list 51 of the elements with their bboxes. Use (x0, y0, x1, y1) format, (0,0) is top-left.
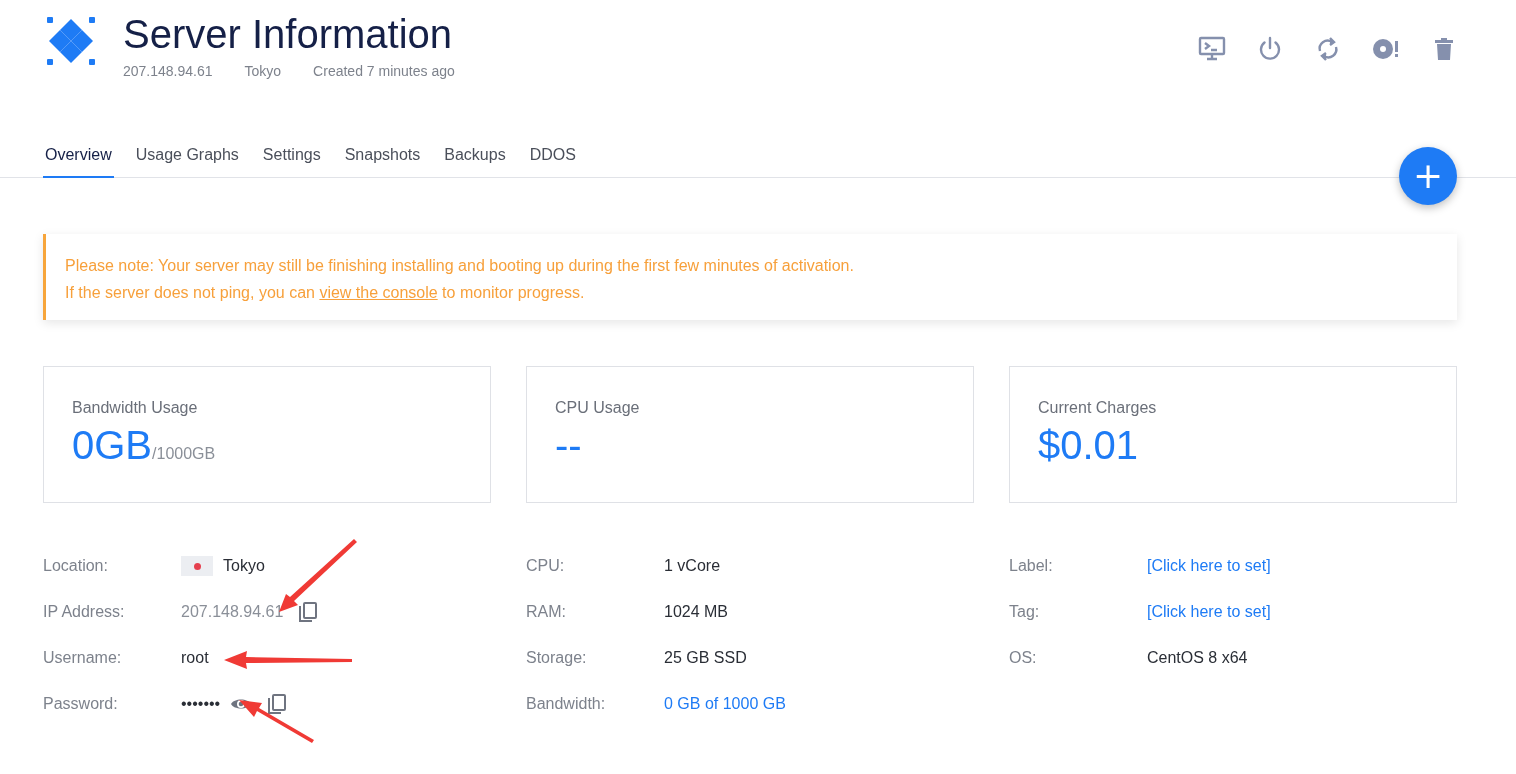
stat-value: $0.01 (1038, 423, 1139, 468)
field-label: Tag: (1009, 603, 1041, 621)
field-link[interactable]: [Click here to set] (1147, 557, 1271, 575)
field-label: Location: (43, 557, 109, 575)
notice-text: If the server does not ping, you can view the console to monitor progress. (65, 283, 586, 303)
refresh-icon (1316, 36, 1340, 62)
server-meta: Created 7 minutes ago (313, 63, 455, 79)
field-link[interactable]: [Click here to set] (1147, 603, 1271, 621)
trash-icon (1435, 38, 1453, 60)
tab[interactable]: Settings (260, 108, 323, 178)
stat-label: Bandwidth Usage (72, 399, 199, 417)
field-label: Bandwidth: (526, 695, 607, 713)
field-value: 25 GB SSD (664, 649, 747, 667)
flag-icon (181, 556, 213, 576)
stat-label: CPU Usage (555, 399, 641, 417)
disc-alert-icon (1373, 38, 1399, 60)
stat-unit: /1000GB (152, 445, 216, 463)
field-value: Tokyo (223, 557, 265, 575)
field-value: 207.148.94.61 (181, 603, 284, 621)
field-label: Label: (1009, 557, 1054, 575)
field-label: CPU: (526, 557, 566, 575)
field-value: 1024 MB (664, 603, 729, 621)
field-value: 1 vCore (664, 557, 721, 575)
copy-icon[interactable] (299, 601, 318, 623)
page-title: Server Information (123, 11, 454, 58)
server-meta: Tokyo (244, 63, 282, 79)
server-meta: 207.148.94.61 (123, 63, 213, 79)
tab[interactable]: Snapshots (342, 108, 423, 178)
notice-text: Please note: Your server may still be finishing installing and booting up during the first few minutes of activation. (65, 256, 855, 276)
password-value: ••••••• (181, 695, 221, 713)
add-button[interactable]: + (1399, 147, 1457, 205)
copy-icon[interactable] (268, 693, 287, 715)
field-label: Username: (43, 649, 123, 667)
field-label: Password: (43, 695, 119, 713)
field-label: OS: (1009, 649, 1038, 667)
tab[interactable]: Usage Graphs (133, 108, 241, 178)
stat-value: 0GB (72, 423, 153, 468)
logo-icon (45, 15, 97, 67)
power-icon (1258, 36, 1282, 62)
tab[interactable]: Overview (43, 108, 114, 178)
monitor-icon (1198, 36, 1226, 62)
tab[interactable]: DDOS (527, 108, 578, 178)
field-label: Storage: (526, 649, 588, 667)
stat-label: Current Charges (1038, 399, 1158, 417)
field-value: CentOS 8 x64 (1147, 649, 1248, 667)
stat-value: -- (555, 423, 582, 468)
field-link[interactable]: 0 GB of 1000 GB (664, 695, 786, 713)
field-label: RAM: (526, 603, 567, 621)
tab[interactable]: Backups (442, 108, 508, 178)
field-label: IP Address: (43, 603, 126, 621)
field-value: root (181, 649, 209, 667)
